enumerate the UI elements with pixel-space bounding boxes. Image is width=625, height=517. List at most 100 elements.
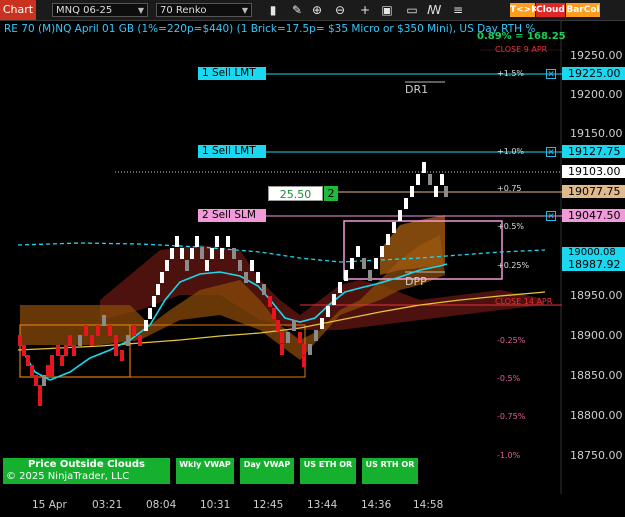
renko-brick xyxy=(392,222,396,233)
price-tag-sell-slm: 19047.50 xyxy=(562,209,625,222)
time-axis[interactable]: 15 Apr 03:21 08:04 10:31 12:45 13:44 14:… xyxy=(0,494,560,517)
renko-brick xyxy=(185,260,189,271)
time-label: 10:31 xyxy=(200,499,231,511)
renko-brick xyxy=(160,272,164,283)
price-tag-sell-lmt-2: 19127.75 xyxy=(562,145,625,158)
price-outside-clouds-label: Price Outside Clouds xyxy=(28,459,145,470)
renko-brick xyxy=(38,395,42,406)
day-vwap-button[interactable]: Day VWAP xyxy=(240,458,294,484)
renko-brick xyxy=(362,258,366,269)
cancel-order-1-icon[interactable]: ✕ xyxy=(546,69,556,80)
renko-brick xyxy=(170,248,174,259)
price-tag-position: 19077.75 xyxy=(562,185,625,198)
renko-brick xyxy=(440,174,444,185)
order-sell-lmt-2[interactable]: 1 Sell LMT xyxy=(198,145,266,158)
price-tag-last: 19103.00 xyxy=(562,165,625,178)
time-label: 14:36 xyxy=(361,499,392,511)
renko-brick xyxy=(102,315,106,326)
renko-brick xyxy=(350,258,354,269)
time-label: 03:21 xyxy=(92,499,123,511)
renko-brick xyxy=(338,282,342,293)
renko-brick xyxy=(220,248,224,259)
renko-brick xyxy=(244,272,248,283)
price-label: 19150.00 xyxy=(570,127,623,140)
renko-brick xyxy=(205,260,209,271)
price-label: 19250.00 xyxy=(570,49,623,62)
renko-brick xyxy=(38,385,42,396)
renko-brick xyxy=(276,320,280,331)
renko-brick xyxy=(226,236,230,247)
renko-brick xyxy=(195,236,199,247)
order-sell-slm[interactable]: 2 Sell SLM xyxy=(198,209,266,222)
pct-plus-0-5: +0.5% xyxy=(497,222,525,231)
renko-brick xyxy=(42,375,46,386)
renko-brick xyxy=(148,308,152,319)
renko-brick xyxy=(190,248,194,259)
renko-brick xyxy=(126,335,130,346)
renko-brick xyxy=(60,355,64,366)
renko-brick xyxy=(200,248,204,259)
price-tag-cloud-top: 19000.08 xyxy=(562,247,625,258)
renko-brick xyxy=(416,174,420,185)
price-tag-cloud-bottom: 18987.92 xyxy=(562,258,625,271)
renko-brick xyxy=(272,308,276,319)
renko-brick xyxy=(262,284,266,295)
price-label: 18750.00 xyxy=(570,449,623,462)
renko-brick xyxy=(34,375,38,386)
pct-plus-1-0: +1.0% xyxy=(497,147,525,156)
renko-brick xyxy=(108,325,112,336)
renko-brick xyxy=(215,236,219,247)
renko-brick xyxy=(250,260,254,271)
renko-brick xyxy=(238,260,242,271)
renko-brick xyxy=(344,270,348,281)
renko-brick xyxy=(120,350,124,361)
time-label: 13:44 xyxy=(307,499,338,511)
us-rth-or-button[interactable]: US RTH OR xyxy=(362,458,418,484)
renko-brick xyxy=(380,246,384,257)
price-label: 18900.00 xyxy=(570,329,623,342)
price-label: 19200.00 xyxy=(570,88,623,101)
renko-brick xyxy=(374,258,378,269)
renko-brick xyxy=(286,332,290,343)
renko-brick xyxy=(308,344,312,355)
dpp-label: DPP xyxy=(405,275,427,288)
range-stat: 0.89% = 168.25 xyxy=(477,31,566,42)
us-eth-or-button[interactable]: US ETH OR xyxy=(300,458,356,484)
renko-brick xyxy=(314,330,318,341)
renko-brick xyxy=(156,284,160,295)
renko-brick xyxy=(422,162,426,173)
renko-brick xyxy=(78,335,82,346)
pct-minus-0-5: -0.5% xyxy=(497,374,521,383)
renko-brick xyxy=(292,320,296,331)
renko-brick xyxy=(302,356,306,367)
cancel-order-2-icon[interactable]: ✕ xyxy=(546,147,556,158)
renko-brick xyxy=(84,325,88,336)
price-label: 18800.00 xyxy=(570,409,623,422)
renko-brick xyxy=(30,365,34,376)
price-label: 18850.00 xyxy=(570,369,623,382)
renko-brick xyxy=(132,325,136,336)
renko-brick xyxy=(64,345,68,356)
dr1-label: DR1 xyxy=(405,83,429,96)
cancel-order-3-icon[interactable]: ✕ xyxy=(546,211,556,222)
order-sell-lmt-1[interactable]: 1 Sell LMT xyxy=(198,67,266,80)
position-quantity[interactable]: 2 xyxy=(324,186,338,201)
price-tag-sell-lmt-1: 19225.00 xyxy=(562,67,625,80)
renko-brick xyxy=(368,270,372,281)
renko-brick xyxy=(114,335,118,346)
time-label: 08:04 xyxy=(146,499,177,511)
renko-brick xyxy=(256,272,260,283)
renko-brick xyxy=(298,332,302,343)
position-pnl[interactable]: 25.50 xyxy=(268,186,323,201)
price-label: 18950.00 xyxy=(570,289,623,302)
renko-brick xyxy=(26,355,30,366)
close-apr14-label: CLOSE 14 APR xyxy=(495,297,553,306)
pct-minus-1-0: -1.0% xyxy=(497,451,521,460)
wkly-vwap-button[interactable]: Wkly VWAP xyxy=(176,458,234,484)
renko-brick xyxy=(410,186,414,197)
renko-brick xyxy=(320,318,324,329)
chart-canvas[interactable] xyxy=(0,0,625,517)
renko-brick xyxy=(356,246,360,257)
renko-brick xyxy=(138,335,142,346)
close-apr9-label: CLOSE 9 APR xyxy=(495,45,548,54)
